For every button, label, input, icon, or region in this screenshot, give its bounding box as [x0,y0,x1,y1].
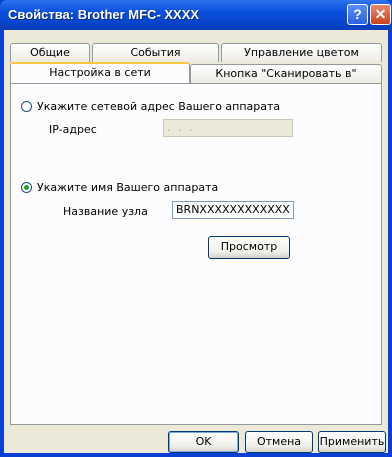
ip-address-field[interactable]: . . . [163,119,293,137]
ip-address-label: IP-адрес [49,123,97,136]
tab-color-management[interactable]: Управление цветом [221,43,382,62]
title-bar[interactable]: Свойства: Brother MFC- XXXX ? ✕ [0,0,392,30]
node-name-label: Название узла [63,205,148,218]
tab-network-settings[interactable]: Настройка в сети [10,62,190,83]
apply-button[interactable]: Применить [318,431,386,453]
node-name-field[interactable]: BRNXXXXXXXXXXXX [172,201,294,219]
cancel-button[interactable]: Отмена [245,431,313,453]
name-option[interactable]: Укажите имя Вашего аппарата [21,181,218,194]
name-option-radio[interactable] [21,182,32,193]
name-option-label: Укажите имя Вашего аппарата [37,181,219,194]
help-button[interactable]: ? [347,4,368,25]
tab-scan-to-button[interactable]: Кнопка "Сканировать в" [190,64,382,83]
address-option[interactable]: Укажите сетевой адрес Вашего аппарата [21,100,280,113]
window-title: Свойства: Brother MFC- XXXX [8,7,200,22]
ok-button[interactable]: OK [168,431,239,453]
address-option-radio[interactable] [21,101,32,112]
network-settings-panel: Укажите сетевой адрес Вашего аппарата IP… [10,83,382,425]
dialog-client-area: Общие События Управление цветом Настройк… [4,30,388,453]
tab-general[interactable]: Общие [10,43,90,62]
browse-button[interactable]: Просмотр [208,236,290,259]
properties-window: Свойства: Brother MFC- XXXX ? ✕ Общие Со… [0,0,392,457]
address-option-label: Укажите сетевой адрес Вашего аппарата [37,100,281,113]
tab-events[interactable]: События [92,43,219,62]
close-button[interactable]: ✕ [370,4,391,25]
